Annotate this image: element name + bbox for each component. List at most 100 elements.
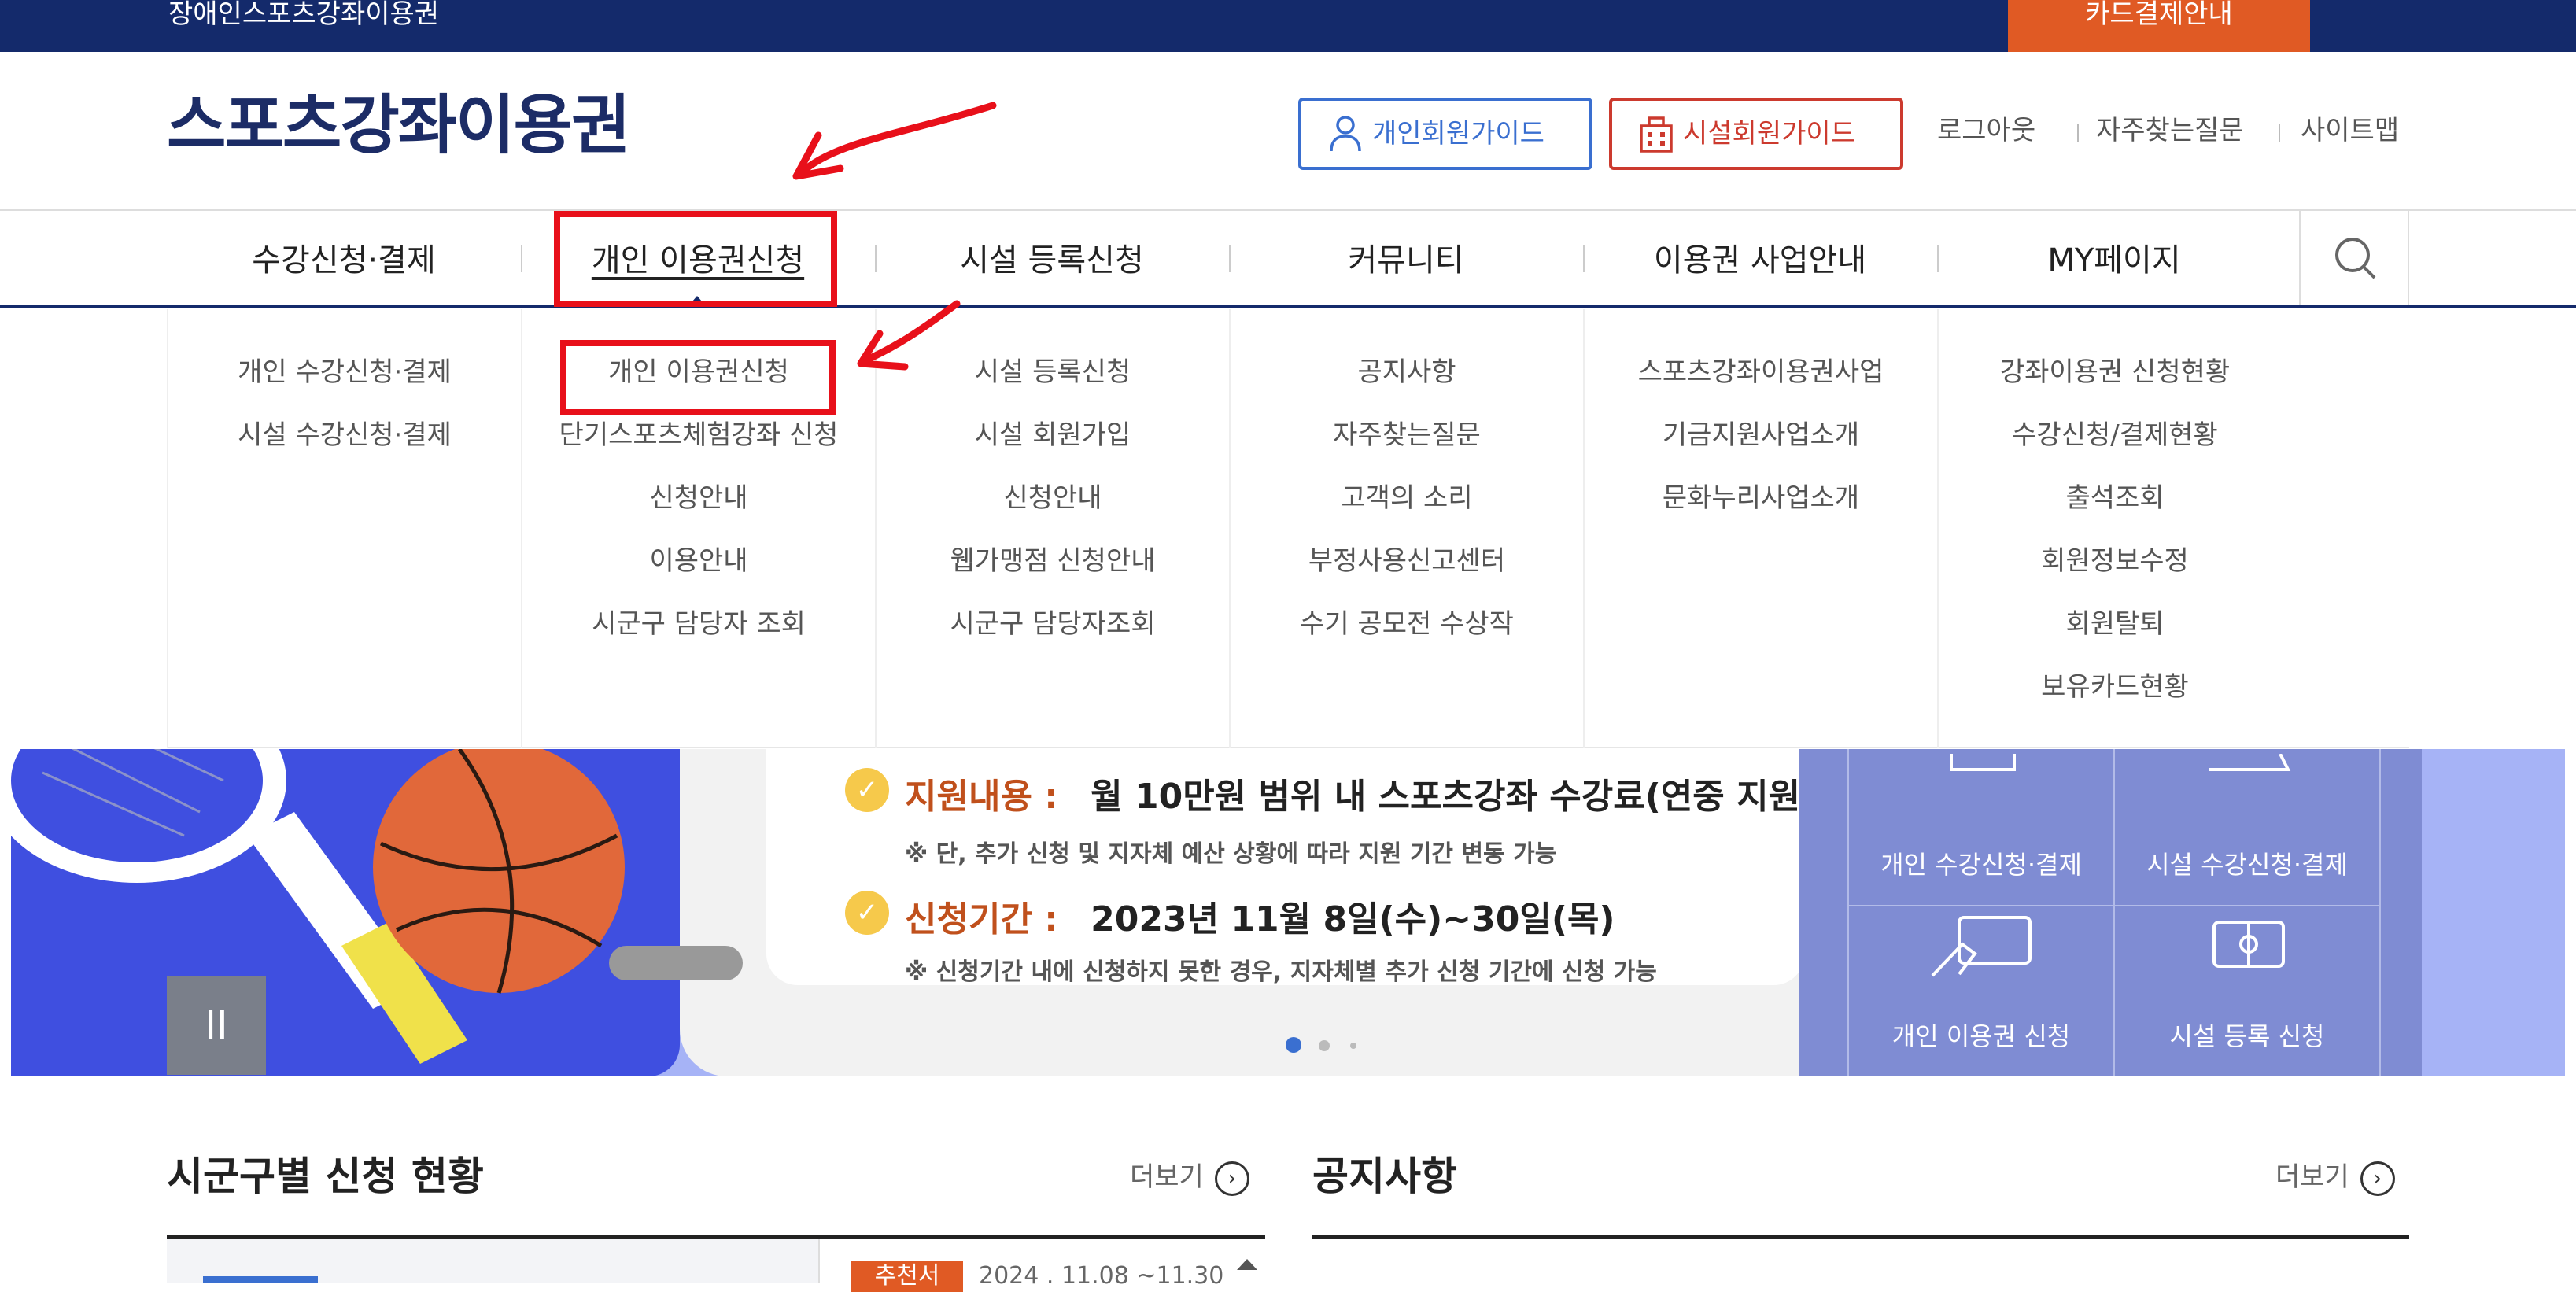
menu-column: 시설 등록신청 시설 회원가입 신청안내 웹가맹점 신청안내 시군구 담당자조회 [875,309,1229,748]
monitor-icon [1950,754,2016,771]
check-icon: ✓ [845,891,889,935]
personal-guide-label: 개인회원가이드 [1372,118,1544,150]
menu-item[interactable]: 시설 수강신청·결제 [168,404,521,467]
quick-link-facility-course[interactable]: 시설 수강신청·결제 [2113,749,2381,906]
quick-links: 개인 수강신청·결제 시설 수강신청·결제 개인 이용권 신청 시설 등록 신청 [1799,749,2422,1076]
banner-illustration [11,749,680,1076]
region-status-title: 시군구별 신청 현황 [167,1154,484,1199]
facility-guide-label: 시설회원가이드 [1683,118,1855,150]
recommendation-tab[interactable]: 추천서 [851,1261,963,1292]
menu-item[interactable]: 출석조회 [1939,467,2291,530]
logout-link[interactable]: 로그아웃 [1937,113,2035,148]
card-payment-guide-button[interactable]: 카드결제안내 [2008,0,2310,52]
menu-item[interactable]: 웹가맹점 신청안내 [877,530,1229,592]
quick-link-personal-voucher[interactable]: 개인 이용권 신청 [1847,905,2115,1076]
quick-link-label: 시설 등록 신청 [2169,1021,2325,1051]
laptop-icon [2209,754,2291,771]
notice-more-link[interactable]: 더보기 › [2275,1155,2395,1196]
menu-column: 스포츠강좌이용권사업 기금지원사업소개 문화누리사업소개 [1583,309,1937,748]
top-bar: 장애인스포츠강좌이용권 카드결제안내 [0,0,2576,52]
menu-item[interactable]: 부정사용신고센터 [1231,530,1583,592]
menu-item[interactable]: 시군구 담당자 조회 [522,592,875,655]
main-navigation: 수강신청·결제 개인 이용권신청 시설 등록신청 커뮤니티 이용권 사업안내 M… [0,209,2576,308]
support-note: ※ 단, 추가 신청 및 지자체 예산 상황에 따라 지원 기간 변동 가능 [905,840,1557,868]
menu-column: 공지사항 자주찾는질문 고객의 소리 부정사용신고센터 수기 공모전 수상작 [1229,309,1583,748]
period-key: 신청기간 : [905,899,1058,939]
nav-label: 시설 등록신청 [960,242,1144,279]
quick-link-label: 시설 수강신청·결제 [2146,850,2348,880]
menu-item[interactable]: 강좌이용권 신청현황 [1939,341,2291,404]
personal-member-guide-button[interactable]: 개인회원가이드 [1298,98,1592,170]
menu-item[interactable]: 신청안내 [877,467,1229,530]
check-icon: ✓ [845,768,889,812]
divider [1312,1235,2409,1239]
menu-item[interactable]: 자주찾는질문 [1231,404,1583,467]
mega-menu: 개인 수강신청·결제 시설 수강신청·결제 개인 이용권신청 단기스포츠체험강좌… [167,309,2409,748]
banner-clip-decoration [609,946,743,980]
menu-item[interactable]: 기금지원사업소개 [1585,404,1937,467]
quick-link-personal-course[interactable]: 개인 수강신청·결제 [1847,749,2115,906]
notice-title: 공지사항 [1312,1154,1457,1199]
menu-item[interactable]: 시설 등록신청 [877,341,1229,404]
card-hand-icon [1931,916,2032,977]
search-button[interactable] [2299,211,2409,305]
slide-dot-active[interactable] [1286,1037,1301,1053]
more-label: 더보기 [2275,1161,2349,1193]
nav-label: 이용권 사업안내 [1653,242,1867,279]
period-text: 2024 . 11.08 ~11.30 [979,1262,1224,1290]
menu-item[interactable]: 문화누리사업소개 [1585,467,1937,530]
arrow-head [792,131,844,180]
highlight-box-nav [554,211,837,307]
site-logo[interactable]: 스포츠강좌이용권 [167,87,631,165]
facility-member-guide-button[interactable]: 시설회원가이드 [1609,98,1903,170]
person-icon [1330,116,1361,152]
highlight-box-menu-item [560,340,836,415]
menu-item[interactable]: 회원탈퇴 [1939,592,2291,655]
menu-item[interactable]: 신청안내 [522,467,875,530]
slide-dot[interactable] [1319,1040,1330,1051]
nav-course-payment[interactable]: 수강신청·결제 [167,211,521,305]
menu-item[interactable]: 스포츠강좌이용권사업 [1585,341,1937,404]
menu-item[interactable]: 시설 회원가입 [877,404,1229,467]
menu-item[interactable]: 수기 공모전 수상작 [1231,592,1583,655]
sitemap-link[interactable]: 사이트맵 [2301,113,2399,148]
menu-item[interactable]: 이용안내 [522,530,875,592]
divider [818,1239,820,1283]
nav-facility-registration[interactable]: 시설 등록신청 [875,211,1229,305]
nav-community[interactable]: 커뮤니티 [1229,211,1583,305]
region-more-link[interactable]: 더보기 › [1130,1155,1249,1196]
nav-mypage[interactable]: MY페이지 [1937,211,2291,305]
search-icon [2335,238,2376,279]
scroll-up-icon[interactable] [1235,1256,1259,1272]
quick-link-label: 개인 이용권 신청 [1891,1021,2071,1051]
chevron-right-icon: › [2360,1161,2395,1196]
nav-label: 커뮤니티 [1348,242,1464,279]
menu-item[interactable]: 보유카드현황 [1939,655,2291,718]
menu-item[interactable]: 공지사항 [1231,341,1583,404]
court-icon [2212,921,2285,968]
menu-item[interactable]: 고객의 소리 [1231,467,1583,530]
nav-label: 수강신청·결제 [252,242,436,279]
support-line: 지원내용 : 월 10만원 범위 내 스포츠강좌 수강료(연중 지원) [905,768,1816,818]
pause-button[interactable]: II [167,976,266,1075]
support-value: 월 10만원 범위 내 스포츠강좌 수강료(연중 지원) [1091,777,1817,817]
menu-item[interactable]: 수강신청/결제현황 [1939,404,2291,467]
menu-item[interactable]: 회원정보수정 [1939,530,2291,592]
menu-column: 개인 수강신청·결제 시설 수강신청·결제 [167,309,521,748]
slide-dot[interactable] [1350,1043,1356,1049]
region-tab-indicator [203,1276,318,1283]
disabled-sports-voucher-link[interactable]: 장애인스포츠강좌이용권 [168,0,439,28]
building-icon [1640,116,1673,153]
period-line: 신청기간 : 2023년 11월 8일(수)~30일(목) [905,891,1615,941]
quick-link-label: 개인 수강신청·결제 [1880,850,2082,880]
menu-item[interactable]: 개인 수강신청·결제 [168,341,521,404]
more-label: 더보기 [1130,1161,1204,1193]
menu-item[interactable]: 시군구 담당자조회 [877,592,1229,655]
quick-link-facility-register[interactable]: 시설 등록 신청 [2113,905,2381,1076]
period-note: ※ 신청기간 내에 신청하지 못한 경우, 지자체별 추가 신청 기간에 신청 … [905,958,1657,986]
nav-voucher-program[interactable]: 이용권 사업안내 [1583,211,1937,305]
support-key: 지원내용 : [905,777,1058,817]
period-value: 2023년 11월 8일(수)~30일(목) [1091,899,1615,939]
faq-link[interactable]: 자주찾는질문 [2096,113,2244,148]
menu-column: 강좌이용권 신청현황 수강신청/결제현황 출석조회 회원정보수정 회원탈퇴 보유… [1937,309,2291,748]
